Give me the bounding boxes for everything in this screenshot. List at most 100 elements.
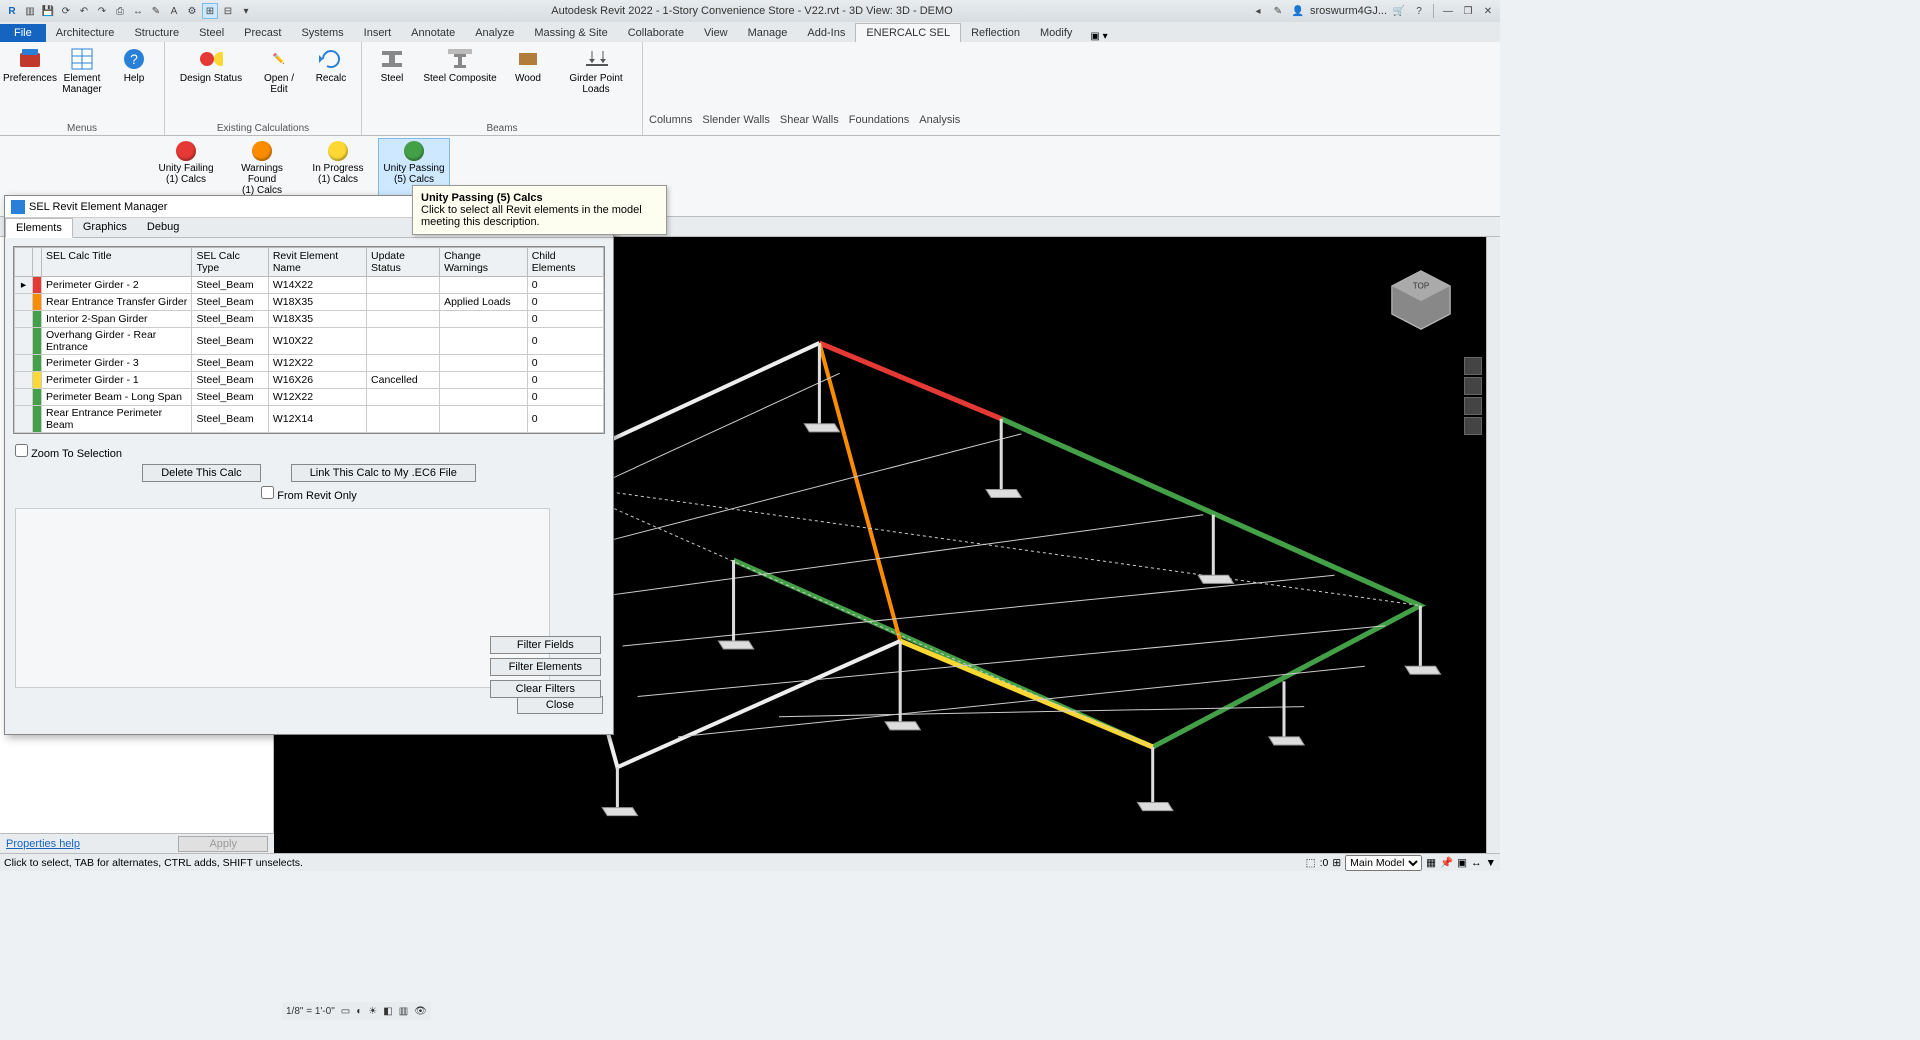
tab-precast[interactable]: Precast	[234, 24, 291, 42]
col-header[interactable]: Child Elements	[527, 248, 603, 277]
gear-icon[interactable]: ⚙	[184, 3, 200, 19]
table-row[interactable]: Rear Entrance Transfer GirderSteel_BeamW…	[15, 294, 604, 311]
tab-enercalc-sel[interactable]: ENERCALC SEL	[855, 23, 961, 42]
table-row[interactable]: Perimeter Girder - 3Steel_BeamW12X220	[15, 355, 604, 372]
table-row[interactable]: Interior 2-Span GirderSteel_BeamW18X350	[15, 311, 604, 328]
zoom-icon[interactable]	[1464, 397, 1482, 415]
table-row[interactable]: Rear Entrance Perimeter BeamSteel_BeamW1…	[15, 406, 604, 433]
zoom-checkbox[interactable]: Zoom To Selection	[15, 444, 122, 460]
dialog-tab-graphics[interactable]: Graphics	[73, 218, 137, 237]
orbit-icon[interactable]	[1464, 417, 1482, 435]
tab-steel[interactable]: Steel	[189, 24, 234, 42]
tab-modify[interactable]: Modify	[1030, 24, 1082, 42]
print-icon[interactable]: ⎙	[112, 3, 128, 19]
filter-fields-button[interactable]: Filter Fields	[490, 636, 601, 654]
user-icon[interactable]: 👤	[1290, 3, 1306, 19]
tab-structure[interactable]: Structure	[124, 24, 189, 42]
hide-icon[interactable]: 👁	[414, 1006, 427, 1017]
wood-button[interactable]: Wood	[504, 45, 552, 97]
restore-icon[interactable]: ❐	[1460, 3, 1476, 19]
close-inactive-icon[interactable]: ⊟	[220, 3, 236, 19]
scale-label[interactable]: 1/8" = 1'-0"	[286, 1006, 335, 1017]
col-header[interactable]: Revit Element Name	[268, 248, 366, 277]
align-icon[interactable]: ✎	[148, 3, 164, 19]
col-header[interactable]: Change Warnings	[440, 248, 528, 277]
tab-view[interactable]: View	[694, 24, 738, 42]
color-key-red[interactable]: Unity Failing(1) Calcs	[150, 138, 222, 199]
select-links-icon[interactable]: ▦	[1426, 857, 1436, 869]
tab-annotate[interactable]: Annotate	[401, 24, 465, 42]
panel-options-icon[interactable]: ▣ ▾	[1090, 31, 1107, 42]
tab-analyze[interactable]: Analyze	[465, 24, 524, 42]
sync-icon[interactable]: ⟳	[58, 3, 74, 19]
drag-icon[interactable]: ↔	[1471, 857, 1482, 869]
steel-composite-button[interactable]: Steel Composite	[420, 45, 500, 97]
clear-filters-button[interactable]: Clear Filters	[490, 680, 601, 698]
tab-systems[interactable]: Systems	[291, 24, 353, 42]
pan-icon[interactable]	[1464, 377, 1482, 395]
keyword-icon[interactable]: ✎	[1270, 3, 1286, 19]
close-button[interactable]: Close	[517, 696, 603, 714]
view-control-bar[interactable]: 1/8" = 1'-0" ▭ ◐ ☀ ◧ ▥ 👁	[282, 1002, 431, 1020]
col-header[interactable]: Update Status	[367, 248, 440, 277]
apply-button[interactable]: Apply	[178, 836, 268, 852]
vertical-scrollbar[interactable]	[1486, 237, 1500, 853]
ribbon-link-foundations[interactable]: Foundations	[849, 114, 910, 126]
table-row[interactable]: Perimeter Beam - Long SpanSteel_BeamW12X…	[15, 389, 604, 406]
table-row[interactable]: Perimeter Girder - 1Steel_BeamW16X26Canc…	[15, 372, 604, 389]
table-row[interactable]: Overhang Girder - Rear EntranceSteel_Bea…	[15, 328, 604, 355]
tab-insert[interactable]: Insert	[354, 24, 402, 42]
col-header[interactable]: SEL Calc Title	[42, 248, 192, 277]
minimize-icon[interactable]: —	[1440, 3, 1456, 19]
main-model-select[interactable]: Main Model	[1345, 855, 1422, 871]
selection-icon[interactable]: ⬚	[1306, 857, 1316, 869]
link-calc-button[interactable]: Link This Calc to My .EC6 File	[291, 464, 476, 482]
shadow-icon[interactable]: ◧	[383, 1006, 392, 1017]
color-key-org[interactable]: Warnings Found(1) Calcs	[226, 138, 298, 199]
element-manager-button[interactable]: ElementManager	[58, 45, 106, 97]
col-header[interactable]: SEL Calc Type	[192, 248, 268, 277]
dialog-tab-elements[interactable]: Elements	[5, 218, 73, 238]
ribbon-link-columns[interactable]: Columns	[649, 114, 692, 126]
nav-bar[interactable]	[1464, 357, 1484, 435]
viewcube[interactable]: TOP	[1386, 265, 1456, 335]
tab-architecture[interactable]: Architecture	[46, 24, 125, 42]
undo-icon[interactable]: ↶	[76, 3, 92, 19]
from-revit-checkbox[interactable]: From Revit Only	[261, 486, 357, 502]
ribbon-link-shear-walls[interactable]: Shear Walls	[780, 114, 839, 126]
dialog-tab-debug[interactable]: Debug	[137, 218, 189, 237]
select-pinned-icon[interactable]: 📌	[1440, 856, 1453, 869]
redo-icon[interactable]: ↷	[94, 3, 110, 19]
tab-manage[interactable]: Manage	[738, 24, 798, 42]
open-icon[interactable]: ▥	[22, 3, 38, 19]
select-face-icon[interactable]: ▣	[1457, 857, 1467, 869]
visual-style-icon[interactable]: ◐	[356, 1006, 362, 1017]
tab-file[interactable]: File	[0, 24, 46, 42]
steel-button[interactable]: Steel	[368, 45, 416, 97]
calc-grid[interactable]: SEL Calc TitleSEL Calc TypeRevit Element…	[13, 246, 605, 434]
worksets-icon[interactable]: ⊞	[1332, 857, 1341, 869]
measure-icon[interactable]: ↔	[130, 3, 146, 19]
cart-icon[interactable]: 🛒	[1391, 3, 1407, 19]
tab-reflection[interactable]: Reflection	[961, 24, 1030, 42]
tab-massing-site[interactable]: Massing & Site	[524, 24, 617, 42]
help-icon[interactable]: ?	[1411, 3, 1427, 19]
tab-collaborate[interactable]: Collaborate	[618, 24, 694, 42]
recalc-button[interactable]: Recalc	[307, 45, 355, 97]
preferences-button[interactable]: Preferences	[6, 45, 54, 97]
table-row[interactable]: ▸Perimeter Girder - 2Steel_BeamW14X220	[15, 277, 604, 294]
user-name[interactable]: sroswurm4GJ...	[1310, 5, 1387, 17]
properties-help-link[interactable]: Properties help	[6, 838, 80, 850]
filter-elements-button[interactable]: Filter Elements	[490, 658, 601, 676]
thin-lines-icon[interactable]: ⊞	[202, 3, 218, 19]
sun-icon[interactable]: ☀	[368, 1006, 377, 1017]
close-icon[interactable]: ✕	[1480, 3, 1496, 19]
filter-icon[interactable]: ▼	[1486, 857, 1496, 869]
color-key-yel[interactable]: In Progress(1) Calcs	[302, 138, 374, 199]
open-edit-button[interactable]: ✏️Open / Edit	[255, 45, 303, 97]
help-button[interactable]: ?Help	[110, 45, 158, 97]
info-icon[interactable]: ◂	[1250, 3, 1266, 19]
ribbon-link-slender-walls[interactable]: Slender Walls	[702, 114, 769, 126]
text-icon[interactable]: A	[166, 3, 182, 19]
delete-calc-button[interactable]: Delete This Calc	[142, 464, 261, 482]
